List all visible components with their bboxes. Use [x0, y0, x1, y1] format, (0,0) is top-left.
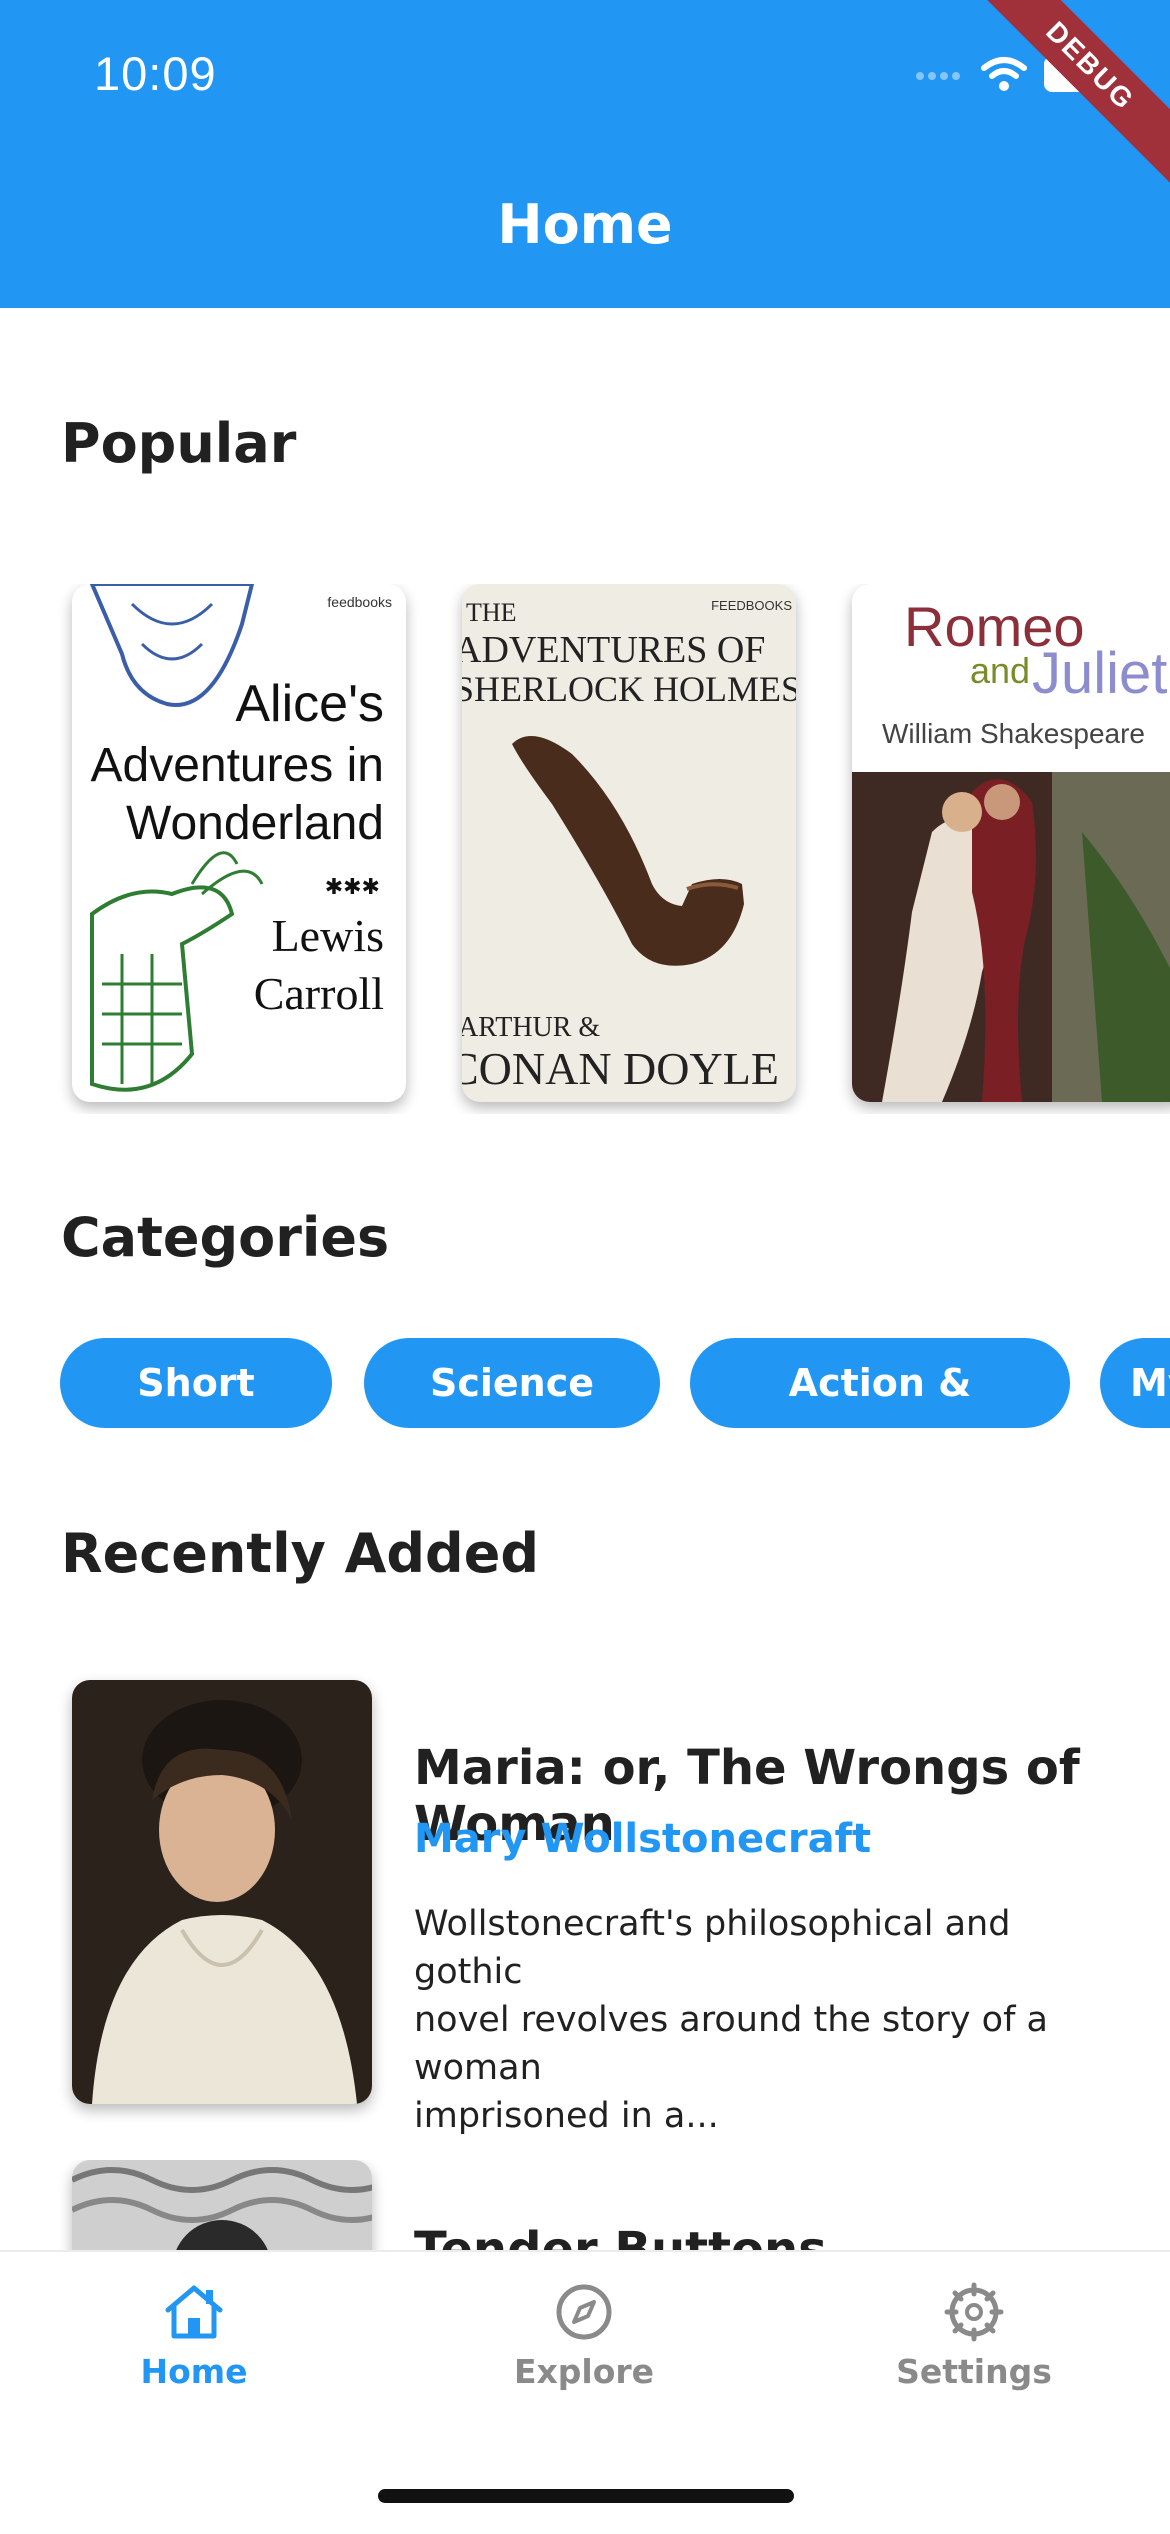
category-chip[interactable]: My: [1100, 1338, 1170, 1428]
wifi-icon: [981, 57, 1027, 91]
categories-section-title: Categories: [61, 1206, 390, 1269]
nav-item-settings[interactable]: Settings: [824, 2282, 1124, 2391]
book-author: Mary Wollstonecraft: [414, 1816, 872, 1862]
book-title-line: Alice's: [235, 675, 384, 733]
popular-books-carousel[interactable]: feedbooks Alice's Adventures in Wonderla…: [0, 584, 1170, 1114]
description-line: Wollstonecraft's philosophical and gothi…: [414, 1904, 1011, 1992]
popular-section-title: Popular: [61, 412, 297, 475]
nav-label: Settings: [896, 2352, 1052, 2391]
compass-icon: [556, 2284, 612, 2340]
book-cover-sherlock[interactable]: FEEDBOOKS THE ADVENTURES OF SHERLOCK HOL…: [462, 584, 796, 1102]
book-cover-alice[interactable]: feedbooks Alice's Adventures in Wonderla…: [72, 584, 406, 1102]
romeo-juliet-painting: [852, 772, 1170, 1102]
publisher-logo: feedbooks: [327, 594, 392, 610]
book-title-line: Juliet: [1032, 641, 1168, 706]
app-bar: 10:09 DEBUG Home: [0, 0, 1170, 308]
category-chip[interactable]: Short stories: [60, 1338, 332, 1428]
book-author-line: William Shakespeare: [882, 718, 1145, 749]
nav-label: Explore: [513, 2352, 655, 2391]
book-author-line: Carroll: [253, 968, 384, 1019]
book-title-line: Wonderland: [126, 797, 384, 850]
description-line: imprisoned in a...: [414, 2096, 719, 2136]
book-title-line: and: [970, 650, 1031, 691]
portrait-image: [72, 1680, 372, 2104]
cover-stars: ✱✱✱: [324, 874, 380, 899]
book-cover-maria: [72, 1680, 372, 2104]
book-author-line: Lewis: [271, 910, 384, 961]
category-chip[interactable]: Action & adventure: [690, 1338, 1070, 1428]
signal-icon: [916, 65, 964, 84]
description-line: novel revolves around the story of a wom…: [414, 2000, 1048, 2088]
category-chip[interactable]: Science fiction: [364, 1338, 660, 1428]
list-item[interactable]: Maria: or, The Wrongs of Woman Mary Woll…: [0, 1680, 1170, 2136]
status-time: 10:09: [94, 47, 217, 100]
book-description: Wollstonecraft's philosophical and gothi…: [414, 1900, 1114, 2140]
home-indicator[interactable]: [378, 2489, 794, 2503]
gear-icon: [944, 2282, 1004, 2342]
book-cover-romeo[interactable]: Romeo and Juliet William Shakespeare: [852, 584, 1170, 1102]
book-author-line: CONAN DOYLE: [462, 1043, 779, 1094]
page-title: Home: [497, 193, 673, 256]
bottom-navigation-bar: Home Explore Settings: [0, 2250, 1170, 2534]
categories-chip-list[interactable]: Short stories Science fiction Action & a…: [0, 1338, 1170, 1434]
nav-item-explore[interactable]: Explore: [434, 2282, 734, 2391]
book-title-line: Adventures in: [90, 739, 384, 792]
recently-added-section-title: Recently Added: [61, 1522, 539, 1585]
book-author-line: ARTHUR &: [462, 1012, 601, 1043]
nav-label: Home: [140, 2352, 248, 2391]
home-icon: [165, 2285, 223, 2339]
nav-item-home[interactable]: Home: [44, 2282, 344, 2391]
